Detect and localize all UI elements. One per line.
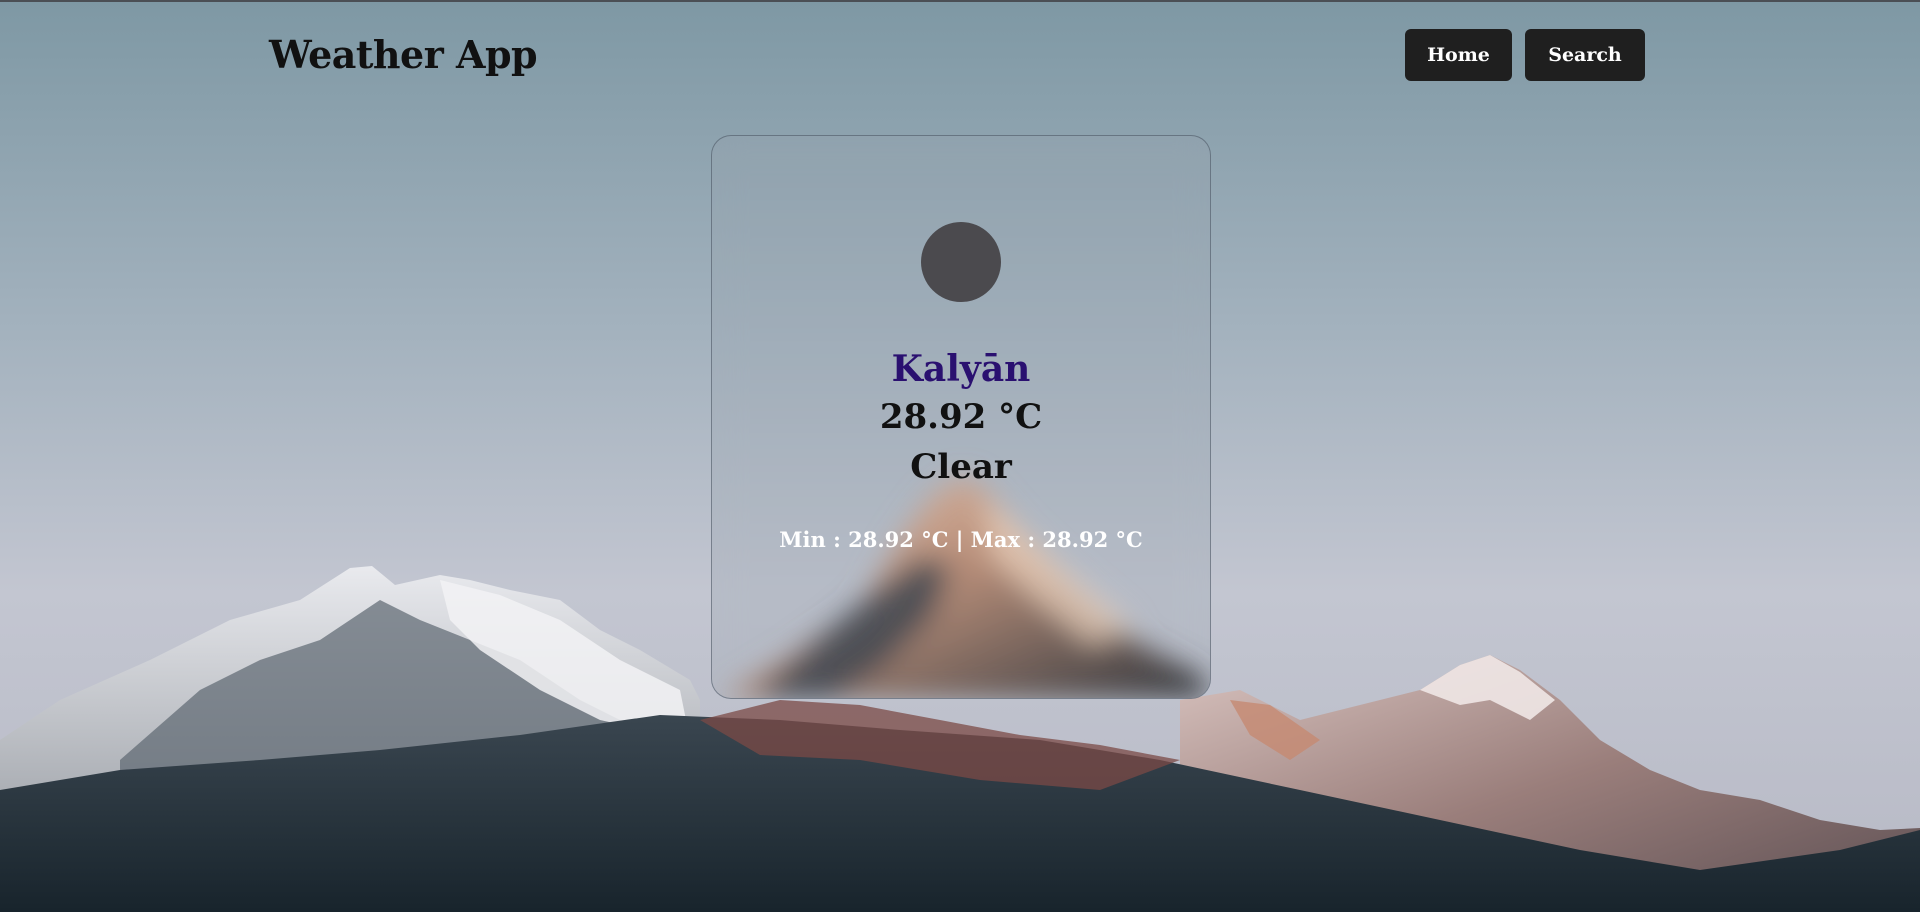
weather-card: Kalyān 28.92 °C Clear Min : 28.92 °C | M…	[711, 135, 1211, 699]
search-button[interactable]: Search	[1525, 29, 1645, 81]
city-name: Kalyān	[891, 348, 1031, 390]
home-button[interactable]: Home	[1405, 29, 1512, 81]
app-title: Weather App	[269, 32, 538, 77]
temperature: 28.92 °C	[879, 397, 1043, 437]
min-max-temperature: Min : 28.92 °C | Max : 28.92 °C	[779, 527, 1143, 552]
weather-icon	[921, 222, 1001, 302]
weather-condition: Clear	[910, 447, 1012, 487]
top-border-line	[0, 0, 1920, 2]
top-navigation: Home Search	[1405, 29, 1645, 81]
